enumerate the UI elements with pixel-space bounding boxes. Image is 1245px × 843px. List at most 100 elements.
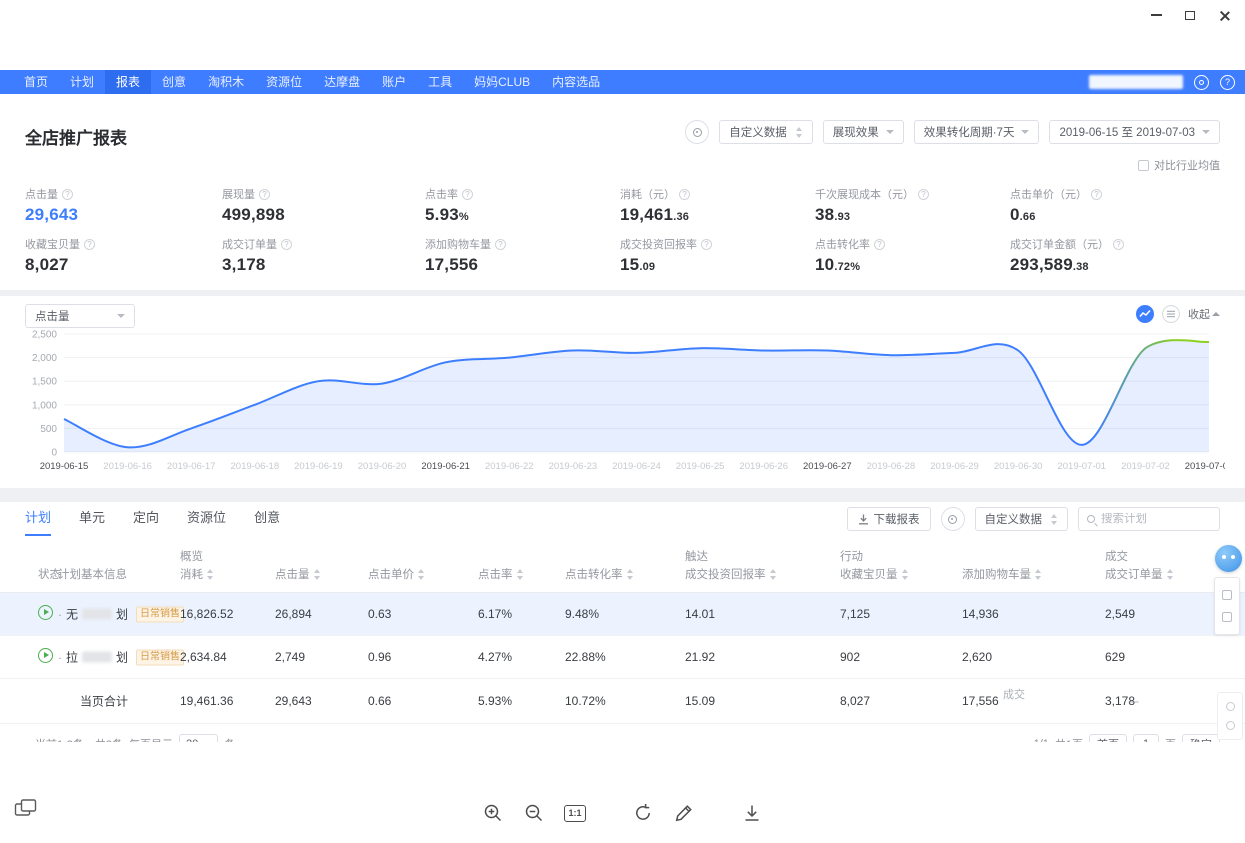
display-effect-dropdown[interactable]: 展现效果	[822, 120, 904, 144]
column-header-cost[interactable]: 消耗	[180, 566, 214, 582]
table-tabs: 计划 单元 定向 资源位 创意	[25, 502, 280, 536]
info-icon[interactable]	[679, 188, 690, 200]
page-jump-input[interactable]	[1133, 734, 1159, 742]
date-range-picker[interactable]: 2019-06-15 至 2019-07-03	[1049, 120, 1220, 144]
info-icon[interactable]	[281, 238, 292, 250]
maximize-button[interactable]	[1173, 2, 1207, 28]
per-page-select[interactable]: 20	[179, 734, 219, 742]
column-header-cpc[interactable]: 点击单价	[368, 566, 425, 582]
cell-favorites: 902	[840, 650, 861, 664]
info-icon[interactable]	[874, 238, 885, 250]
line-chart-icon[interactable]	[1136, 305, 1154, 323]
column-header-ctr[interactable]: 点击率	[478, 566, 524, 582]
play-status-icon[interactable]	[38, 648, 53, 663]
display-effect-label: 展现效果	[832, 127, 879, 139]
info-icon[interactable]	[1113, 238, 1124, 250]
info-icon[interactable]	[918, 188, 929, 200]
table-toolbar: 下载报表 自定义数据	[846, 507, 1220, 531]
tab-creative[interactable]: 创意	[254, 502, 280, 536]
column-header-orders[interactable]: 成交订单量	[1105, 566, 1174, 582]
nav-item-account[interactable]: 账户	[371, 70, 417, 94]
edit-button[interactable]	[670, 799, 698, 827]
info-icon[interactable]	[701, 238, 712, 250]
confirm-page-button[interactable]: 确定	[1182, 734, 1220, 742]
play-status-icon[interactable]	[38, 605, 53, 620]
nav-item-resource[interactable]: 资源位	[255, 70, 313, 94]
tab-targeting[interactable]: 定向	[133, 502, 159, 536]
sort-icon[interactable]	[1166, 568, 1174, 580]
cell-cost: 16,826.52	[180, 607, 234, 621]
strip-icon	[1225, 720, 1235, 730]
svg-text:2019-07-02: 2019-07-02	[1121, 461, 1170, 472]
help-icon[interactable]: ?	[1220, 74, 1235, 90]
main-navbar: 首页 计划 报表 创意 淘积木 资源位 达摩盘 账户 工具 妈妈CLUB 内容选…	[0, 70, 1245, 94]
sort-icon[interactable]	[626, 568, 634, 580]
summary-cost: 19,461.36	[180, 694, 234, 708]
page-suffix: 页	[1165, 736, 1176, 742]
zoom-out-button[interactable]	[520, 799, 548, 827]
column-header-roi[interactable]: 成交投资回报率	[685, 566, 777, 582]
sort-icon[interactable]	[207, 568, 214, 580]
settings-icon[interactable]	[685, 120, 710, 144]
nav-item-mama-club[interactable]: 妈妈CLUB	[463, 70, 541, 94]
sort-icon[interactable]	[769, 568, 777, 580]
save-button[interactable]	[738, 799, 766, 827]
search-input[interactable]	[1101, 513, 1211, 525]
zoom-in-button[interactable]	[479, 799, 507, 827]
report-header-section: 全店推广报表 自定义数据 展现效果 效果转化周期·7天 2019-06-15 至…	[0, 94, 1245, 290]
conversion-cycle-dropdown[interactable]: 效果转化周期·7天	[913, 120, 1040, 144]
info-icon[interactable]	[259, 188, 270, 200]
tab-plan[interactable]: 计划	[25, 502, 52, 536]
sort-icon[interactable]	[516, 568, 524, 580]
custom-data-dropdown[interactable]: 自定义数据	[719, 120, 813, 144]
table-settings-icon[interactable]	[940, 507, 965, 531]
info-icon[interactable]	[84, 238, 95, 250]
sort-icon[interactable]	[313, 568, 321, 580]
nav-item-report[interactable]: 报表	[105, 70, 152, 94]
info-icon[interactable]	[462, 188, 473, 200]
table-custom-data-dropdown[interactable]: 自定义数据	[974, 507, 1068, 531]
svg-text:500: 500	[40, 424, 57, 435]
tab-unit[interactable]: 单元	[79, 502, 105, 536]
first-page-button[interactable]: 首页	[1089, 734, 1127, 742]
sort-icon[interactable]	[1035, 568, 1042, 580]
minimize-button[interactable]	[1139, 2, 1173, 28]
rotate-button[interactable]	[629, 799, 657, 827]
plan-name[interactable]: · 无 划 日常销售	[58, 606, 185, 623]
svg-text:2019-06-17: 2019-06-17	[167, 461, 216, 472]
compare-industry-checkbox[interactable]: 对比行业均值	[1138, 157, 1220, 173]
customer-service-mascot-icon[interactable]	[1215, 545, 1242, 572]
floating-side-panel[interactable]	[1214, 577, 1240, 635]
nav-item-content-select[interactable]: 内容选品	[541, 70, 611, 94]
chart-metric-dropdown[interactable]: 点击量	[25, 304, 135, 328]
download-report-button[interactable]: 下载报表	[846, 507, 931, 531]
nav-item-creative[interactable]: 创意	[151, 70, 197, 94]
column-header-cvr[interactable]: 点击转化率	[565, 566, 634, 582]
rotate-icon	[636, 804, 650, 820]
sort-icon[interactable]	[418, 568, 425, 580]
table-row[interactable]: · 拉 划 日常销售 2,634.84 2,749 0.96 4.27% 22.…	[0, 636, 1245, 679]
plan-name[interactable]: · 拉 划 日常销售	[58, 649, 185, 666]
column-header-clicks[interactable]: 点击量	[275, 566, 321, 582]
column-header-cart-adds[interactable]: 添加购物车量	[962, 566, 1042, 582]
info-icon[interactable]	[62, 188, 73, 200]
sort-icon[interactable]	[901, 568, 909, 580]
table-view-icon[interactable]	[1162, 305, 1180, 323]
column-header-favorites[interactable]: 收藏宝贝量	[840, 566, 909, 582]
nav-item-taojimu[interactable]: 淘积木	[197, 70, 255, 94]
search-icon	[1087, 515, 1095, 523]
summary-roi: 15.09	[685, 694, 716, 708]
service-icon[interactable]	[1194, 74, 1209, 90]
nav-item-damopan[interactable]: 达摩盘	[313, 70, 371, 94]
table-row[interactable]: · 无 划 日常销售 16,826.52 26,894 0.63 6.17% 9…	[0, 593, 1245, 636]
nav-item-plan[interactable]: 计划	[59, 70, 105, 94]
tab-resource[interactable]: 资源位	[187, 502, 226, 536]
info-icon[interactable]	[1091, 188, 1102, 200]
nav-item-tools[interactable]: 工具	[417, 70, 463, 94]
close-button[interactable]	[1207, 2, 1241, 28]
actual-size-button[interactable]: 1:1	[561, 799, 589, 827]
floating-side-strip[interactable]	[1217, 692, 1243, 740]
info-icon[interactable]	[495, 238, 506, 250]
nav-item-home[interactable]: 首页	[13, 70, 59, 94]
collapse-button[interactable]: 收起	[1188, 306, 1220, 322]
